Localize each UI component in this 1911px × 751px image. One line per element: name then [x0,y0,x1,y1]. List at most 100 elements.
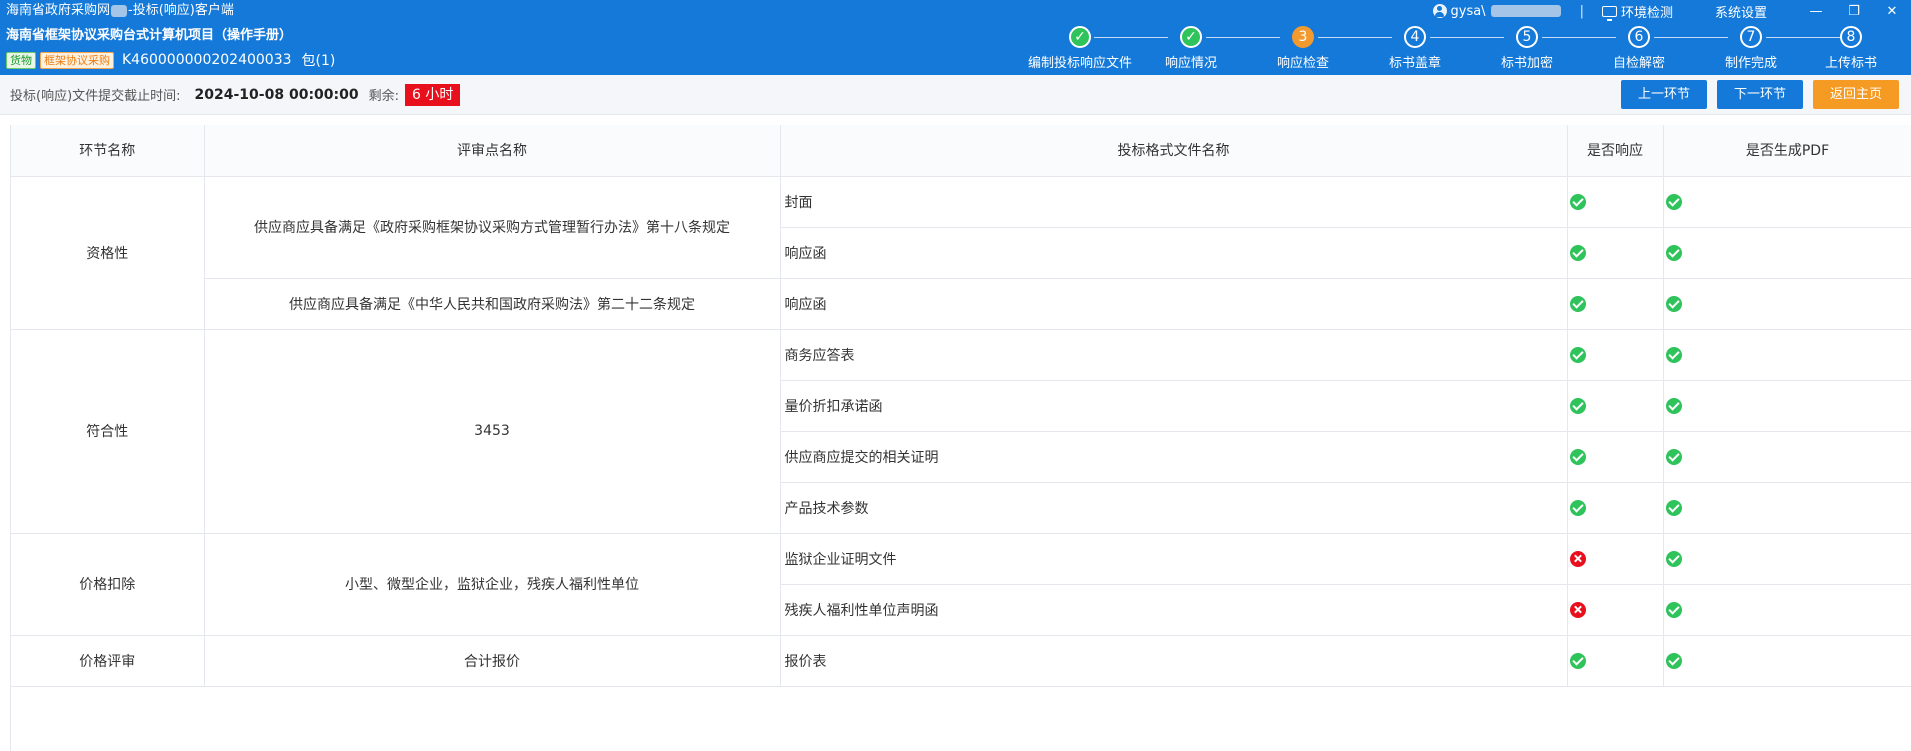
responded-cell [1567,431,1664,483]
redacted-blur [1490,5,1561,17]
check-circle-icon [1569,652,1586,669]
check-circle-icon [1569,397,1586,414]
separator: | [1579,3,1584,19]
close-icon[interactable]: ✕ [1873,2,1911,20]
next-step-button[interactable]: 下一环节 [1717,80,1803,109]
pdf-cell [1663,431,1911,483]
step-3[interactable]: 3 响应检查 [1243,26,1363,71]
header-file: 投标格式文件名称 [780,125,1568,177]
check-circle-icon [1569,295,1586,312]
stage-cell: 价格扣除 [11,533,205,636]
point-cell: 小型、微型企业，监狱企业，残疾人福利性单位 [204,533,781,636]
step-5[interactable]: 5 标书加密 [1467,26,1587,71]
check-table: 环节名称 评审点名称 投标格式文件名称 是否响应 是否生成PDF 资格性 供应商… [11,125,1911,687]
check-circle-icon [1569,193,1586,210]
project-code: K460000000202400033 [122,52,292,68]
check-circle-icon [1569,448,1586,465]
file-cell[interactable]: 量价折扣承诺函 [780,380,1568,432]
app-header: 海南省政府采购网 -投标(响应)客户端 海南省框架协议采购台式计算机项目（操作手册… [0,0,1911,75]
check-circle-icon [1665,499,1682,516]
step-2[interactable]: ✓ 响应情况 [1131,26,1251,71]
point-cell: 供应商应具备满足《政府采购框架协议采购方式管理暂行办法》第十八条规定 [204,176,781,279]
check-circle-icon [1665,193,1682,210]
env-check-button[interactable]: 环境检测 [1601,2,1673,21]
step-1[interactable]: ✓ 编制投标响应文件 [1020,26,1140,71]
user-icon [1432,4,1447,18]
file-cell[interactable]: 供应商应提交的相关证明 [780,431,1568,483]
home-button[interactable]: 返回主页 [1813,80,1899,109]
step-4[interactable]: 4 标书盖章 [1355,26,1475,71]
check-circle-icon [1569,499,1586,516]
pdf-cell [1663,176,1911,228]
settings-button[interactable]: 系统设置 [1715,2,1767,21]
monitor-icon [1601,5,1617,21]
file-cell[interactable]: 响应函 [780,227,1568,279]
responded-cell [1567,278,1664,330]
file-cell[interactable]: 监狱企业证明文件 [780,533,1568,585]
package-label: 包(1) [301,53,336,69]
restore-icon[interactable]: ❐ [1835,2,1873,20]
minimize-icon[interactable]: — [1797,2,1835,20]
header-stage: 环节名称 [11,125,205,177]
point-cell: 3453 [204,329,781,534]
check-icon: ✓ [1180,26,1202,48]
table-row: 价格扣除 小型、微型企业，监狱企业，残疾人福利性单位 监狱企业证明文件 [11,533,1911,636]
prev-step-button[interactable]: 上一环节 [1621,80,1707,109]
check-circle-icon [1665,244,1682,261]
deadline-label: 投标(响应)文件提交截止时间: [10,89,181,104]
redacted-blur [111,4,128,17]
check-circle-icon [1665,550,1682,567]
check-circle-icon [1665,346,1682,363]
action-buttons: 上一环节 下一环节 返回主页 [1621,80,1899,109]
header-point: 评审点名称 [204,125,781,177]
stage-cell: 符合性 [11,329,205,534]
file-cell[interactable]: 商务应答表 [780,329,1568,381]
window-controls: — ❐ ✕ [1797,2,1911,20]
top-right-toolbar: gysa\ | 环境检测 系统设置 — ❐ ✕ [1432,2,1911,21]
file-cell[interactable]: 响应函 [780,278,1568,330]
responded-cell [1567,329,1664,381]
table-row: 供应商应具备满足《中华人民共和国政府采购法》第二十二条规定 响应函 [11,278,1911,330]
pdf-cell [1663,482,1911,534]
check-circle-icon [1665,448,1682,465]
responded-cell [1567,380,1664,432]
check-table-container: 环节名称 评审点名称 投标格式文件名称 是否响应 是否生成PDF 资格性 供应商… [10,125,1911,751]
point-cell: 合计报价 [204,635,781,687]
stage-cell: 资格性 [11,176,205,330]
check-circle-icon [1569,346,1586,363]
pdf-cell [1663,380,1911,432]
file-cell[interactable]: 报价表 [780,635,1568,687]
pdf-cell [1663,278,1911,330]
step-8[interactable]: 8 上传标书 [1791,26,1911,71]
file-cell[interactable]: 封面 [780,176,1568,228]
responded-cell [1567,635,1664,687]
step-number: 3 [1292,26,1314,48]
tag-goods: 货物 [6,51,36,69]
stage-cell: 价格评审 [11,635,205,687]
deadline-bar: 投标(响应)文件提交截止时间: 2024-10-08 00:00:00 剩余: … [0,75,1911,115]
remaining-badge: 6 小时 [405,83,461,106]
project-title: 海南省框架协议采购台式计算机项目（操作手册） [6,28,293,43]
x-circle-icon [1569,550,1586,567]
step-number: 4 [1404,26,1426,48]
check-circle-icon [1569,244,1586,261]
responded-cell [1567,227,1664,279]
check-icon: ✓ [1069,26,1091,48]
window-title: 海南省政府采购网 -投标(响应)客户端 [6,3,234,18]
check-circle-icon [1665,601,1682,618]
table-row: 符合性 3453 商务应答表 [11,329,1911,534]
table-row: 资格性 供应商应具备满足《政府采购框架协议采购方式管理暂行办法》第十八条规定 封… [11,176,1911,330]
project-tags: 货物 框架协议采购 K460000000202400033 包(1) [6,50,335,70]
header-pdf: 是否生成PDF [1663,125,1911,177]
responded-cell [1567,176,1664,228]
table-row: 价格评审 合计报价 报价表 [11,635,1911,687]
table-header-row: 环节名称 评审点名称 投标格式文件名称 是否响应 是否生成PDF [11,125,1911,177]
user-menu[interactable]: gysa\ [1432,4,1562,19]
step-6[interactable]: 6 自检解密 [1579,26,1699,71]
file-cell[interactable]: 残疾人福利性单位声明函 [780,584,1568,636]
progress-steps: ✓ 编制投标响应文件 ✓ 响应情况 3 响应检查 4 标书盖章 5 标书加密 6… [1020,26,1911,72]
file-cell[interactable]: 产品技术参数 [780,482,1568,534]
point-cell: 供应商应具备满足《中华人民共和国政府采购法》第二十二条规定 [204,278,781,330]
check-circle-icon [1665,397,1682,414]
responded-cell [1567,533,1664,585]
